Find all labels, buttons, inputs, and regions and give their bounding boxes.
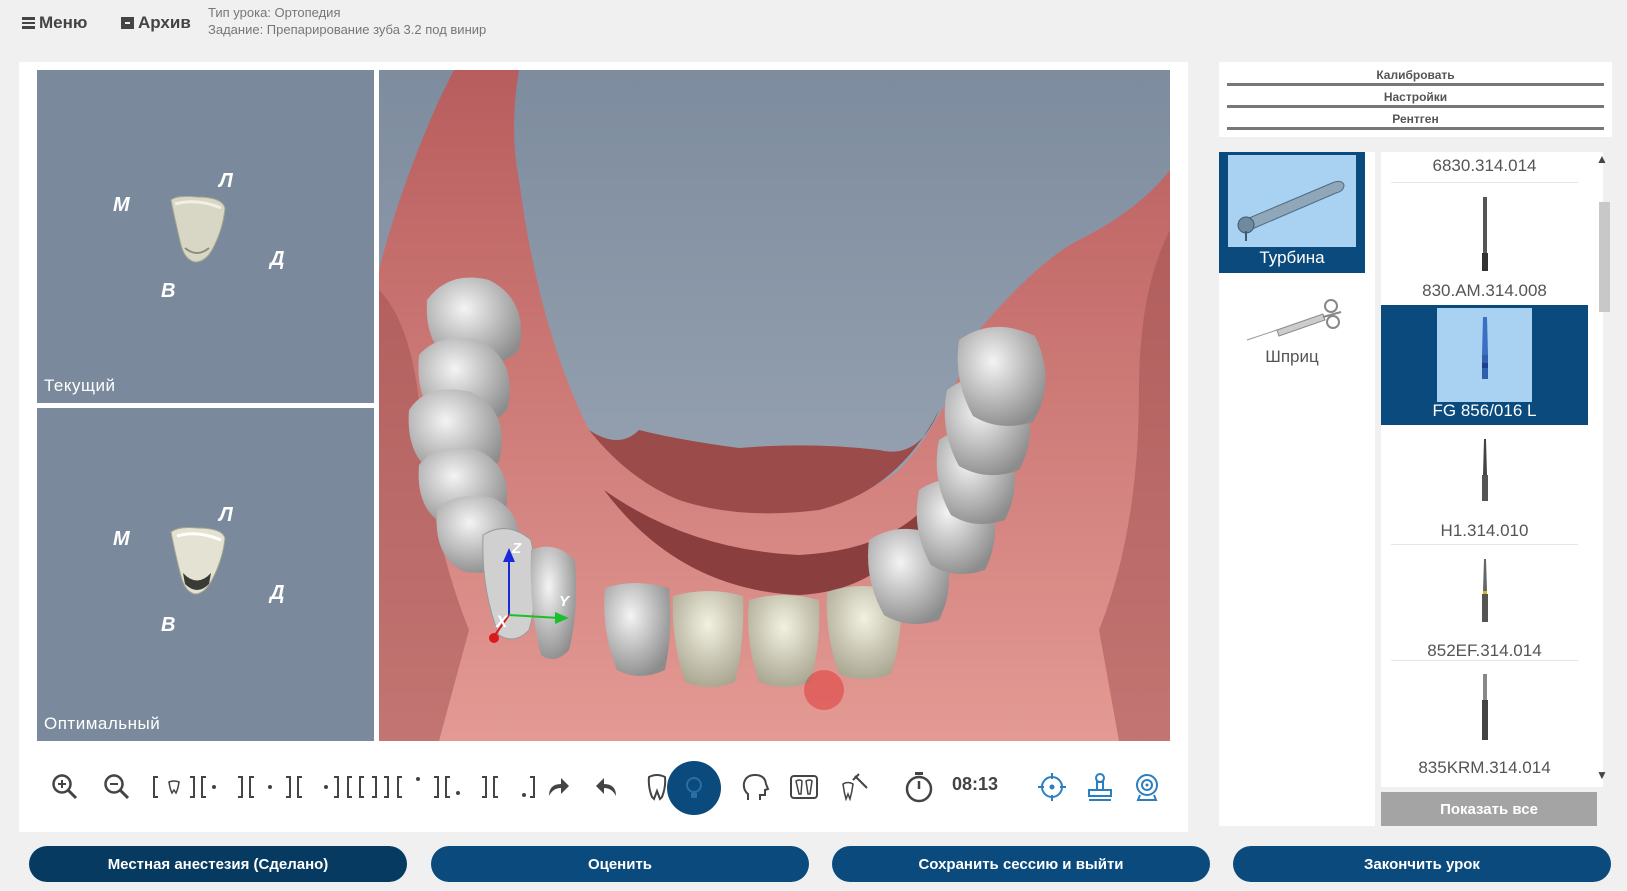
view-split-icon[interactable] (345, 752, 391, 822)
viewport-toolbar: 08:13 (19, 752, 1188, 822)
view-front-icon[interactable] (443, 752, 489, 822)
direction-v-label: В (161, 280, 176, 302)
save-exit-button[interactable]: Сохранить сессию и выйти (832, 846, 1210, 882)
local-anesthesia-button[interactable]: Местная анестезия (Сделано) (29, 846, 407, 882)
divider (1227, 105, 1604, 108)
direction-v-label-optimal: В (161, 614, 176, 636)
zoom-out-icon[interactable] (101, 752, 133, 822)
direction-d-label: Д (270, 248, 285, 270)
hamburger-icon (22, 17, 35, 29)
bur-item[interactable]: 852EF.314.014 (1381, 545, 1588, 665)
workspace-panel: М Л Д В Текущий М Л Д В Оптимальный Z Y … (19, 62, 1188, 832)
axis-x-label: X (496, 612, 508, 631)
evaluate-button[interactable]: Оценить (431, 846, 809, 882)
tool-syringe-label: Шприц (1265, 347, 1319, 366)
session-timer: 08:13 (952, 774, 999, 794)
tool-turbine-label: Турбина (1259, 248, 1325, 267)
xray-teeth-icon[interactable] (787, 752, 821, 822)
undo-icon[interactable] (591, 752, 623, 822)
bur-label: H1.314.010 (1440, 521, 1529, 540)
archive-button[interactable]: Архив (121, 13, 191, 33)
bur-icon (1437, 188, 1532, 282)
jaw-3d-viewport[interactable]: Z Y X (379, 70, 1170, 741)
lower-jaw-illustration (379, 70, 1170, 741)
redo-icon[interactable] (542, 752, 574, 822)
right-top-menu: Калибровать Настройки Рентген (1219, 62, 1612, 137)
top-bar: Меню Архив Тип урока: Ортопедия Задание:… (0, 0, 1627, 50)
bur-icon (1437, 308, 1532, 402)
target-icon[interactable] (1035, 752, 1069, 822)
scroll-down-arrow-icon[interactable]: ▼ (1596, 768, 1608, 782)
view-center-icon[interactable] (247, 752, 293, 822)
axis-y-label: Y (559, 593, 570, 610)
bur-item[interactable]: FG 856/016 L (1381, 305, 1588, 425)
view-right-icon[interactable] (295, 752, 341, 822)
webcam-icon[interactable] (1130, 752, 1164, 822)
bur-list: 6830.314.014 830.AM.314.008 FG 856/016 L… (1381, 152, 1603, 787)
menu-button[interactable]: Меню (22, 13, 87, 33)
view-left-icon[interactable] (199, 752, 245, 822)
current-tooth-illustration (170, 195, 226, 263)
bur-icon (1437, 548, 1532, 642)
divider (1391, 182, 1578, 183)
divider (1391, 660, 1578, 661)
bur-label: 830.AM.314.008 (1422, 281, 1547, 300)
zoom-in-icon[interactable] (49, 752, 81, 822)
optimal-tooth-illustration (170, 527, 226, 595)
bur-item[interactable]: 835KRM.314.014 (1381, 662, 1588, 782)
direction-l-label: Л (219, 170, 233, 192)
direction-d-label-optimal: Д (270, 582, 285, 604)
tool-syringe[interactable]: Шприц (1219, 273, 1365, 394)
view-top-icon[interactable] (395, 752, 441, 822)
bur-icon (1437, 665, 1532, 759)
bur-label: 6830.314.014 (1432, 156, 1537, 175)
bur-item[interactable]: 6830.314.014 (1381, 152, 1588, 177)
bur-item[interactable]: H1.314.010 (1381, 425, 1588, 545)
view-bottom-icon[interactable] (491, 752, 537, 822)
menu-label: Меню (39, 13, 88, 32)
current-view[interactable]: М Л Д В Текущий (37, 70, 374, 403)
lesson-type: Тип урока: Ортопедия (208, 5, 341, 20)
finish-lesson-button[interactable]: Закончить урок (1233, 846, 1611, 882)
light-icon[interactable] (667, 761, 721, 815)
scroll-up-arrow-icon[interactable]: ▲ (1596, 152, 1608, 166)
bur-label: 835KRM.314.014 (1418, 758, 1551, 777)
optimal-view[interactable]: М Л Д В Оптимальный (37, 408, 374, 741)
stamp-icon[interactable] (1083, 752, 1117, 822)
xray-button[interactable]: Рентген (1227, 112, 1604, 126)
direction-l-label-optimal: Л (219, 504, 233, 526)
settings-button[interactable]: Настройки (1227, 90, 1604, 104)
tooth-tool-icon[interactable] (837, 752, 871, 822)
bur-list-scrollbar[interactable] (1599, 202, 1610, 312)
archive-icon (121, 17, 134, 29)
lesson-task: Задание: Препарирование зуба 3.2 под вин… (208, 22, 487, 37)
direction-m-label-optimal: М (113, 528, 130, 550)
divider (1227, 83, 1604, 86)
tool-turbine[interactable]: Турбина (1219, 152, 1365, 273)
head-icon[interactable] (738, 752, 772, 822)
bur-label: 852EF.314.014 (1427, 641, 1542, 660)
axis-z-label: Z (512, 540, 522, 557)
lesson-info: Тип урока: Ортопедия Задание: Препариров… (208, 4, 486, 38)
archive-label: Архив (138, 13, 191, 32)
bur-label: FG 856/016 L (1432, 401, 1537, 420)
calibrate-button[interactable]: Калибровать (1227, 68, 1604, 82)
stopwatch-icon[interactable] (901, 752, 937, 822)
direction-m-label: М (113, 194, 130, 216)
bur-icon (1437, 428, 1532, 522)
focus-tooth-icon[interactable] (151, 752, 197, 822)
current-view-label: Текущий (44, 376, 116, 395)
optimal-view-label: Оптимальный (44, 714, 161, 733)
bur-item[interactable]: 830.AM.314.008 (1381, 185, 1588, 305)
turbine-icon (1228, 155, 1356, 247)
show-all-button[interactable]: Показать все (1381, 792, 1597, 826)
tool-list: Турбина Шприц (1219, 152, 1375, 826)
divider (1227, 127, 1604, 130)
